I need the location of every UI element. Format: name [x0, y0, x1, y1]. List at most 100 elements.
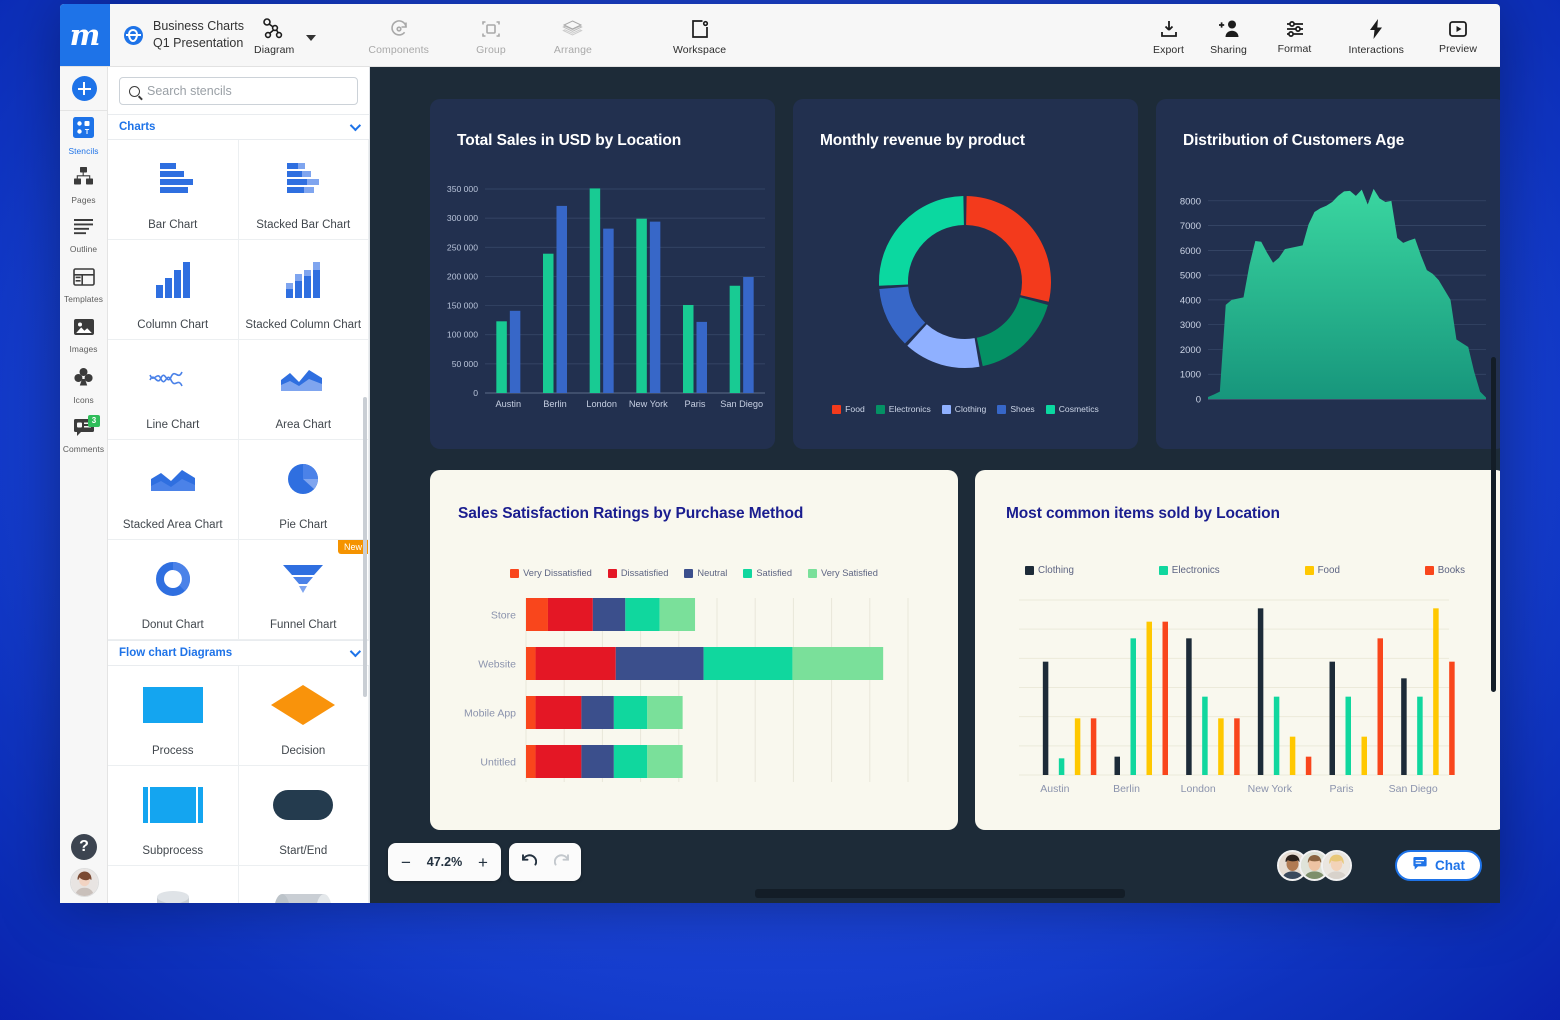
legend-label: Clothing [955, 404, 987, 414]
subprocess-shape-icon [108, 766, 238, 844]
chat-bubble-icon [1412, 857, 1428, 874]
sidebar-item-stencils[interactable]: T Stencils [60, 111, 107, 161]
chart-card-customer-age[interactable]: Distribution of Customers Age 0100020003… [1156, 99, 1500, 449]
stencil-database[interactable] [108, 866, 239, 903]
toolbar-item-export[interactable]: Export [1139, 15, 1199, 56]
toolbar-item-workspace[interactable]: Workspace [663, 15, 736, 56]
chat-button[interactable]: Chat [1395, 850, 1482, 881]
sidebar-item-icons[interactable]: Icons [60, 361, 107, 411]
avatar[interactable] [1321, 850, 1352, 881]
undo-redo-control[interactable] [509, 843, 581, 881]
toolbar-item-diagram-label: Diagram [254, 44, 294, 56]
stencil-process[interactable]: Process [108, 666, 239, 766]
stencil-area-chart[interactable]: Area Chart [239, 340, 370, 440]
stencil-subprocess[interactable]: Subprocess [108, 766, 239, 866]
chart-card-satisfaction[interactable]: Sales Satisfaction Ratings by Purchase M… [430, 470, 958, 830]
chart-card-monthly-revenue[interactable]: Monthly revenue by product FoodElectroni… [793, 99, 1138, 449]
stencil-column-chart-label: Column Chart [133, 318, 212, 332]
stencil-column-chart[interactable]: Column Chart [108, 240, 239, 340]
toolbar-item-sharing-label: Sharing [1210, 44, 1247, 56]
stencil-stacked-column-chart[interactable]: Stacked Column Chart [239, 240, 370, 340]
search-input[interactable] [147, 84, 348, 98]
sidebar-item-pages-label: Pages [71, 195, 95, 205]
sidebar-item-templates[interactable]: Templates [60, 261, 107, 311]
search-box[interactable] [119, 77, 358, 105]
toolbar-item-components[interactable]: Components [358, 15, 439, 56]
stencil-bar-chart[interactable]: Bar Chart [108, 140, 239, 240]
left-rail: T Stencils Pages Outline [60, 67, 108, 903]
comments-badge: 3 [88, 415, 100, 427]
svg-text:1000: 1000 [1180, 370, 1201, 381]
toolbar-item-interactions[interactable]: Interactions [1339, 15, 1414, 56]
legend-label: Electronics [889, 404, 931, 414]
zoom-out-button[interactable]: − [401, 854, 411, 871]
sidebar-item-outline[interactable]: Outline [60, 211, 107, 261]
zoom-in-button[interactable]: + [478, 854, 488, 871]
chart-title-customer-age: Distribution of Customers Age [1183, 132, 1404, 150]
legend-label: Electronics [1172, 565, 1220, 576]
svg-text:New York: New York [629, 399, 668, 409]
stencil-donut-chart[interactable]: Donut Chart [108, 540, 239, 640]
chart-card-total-sales[interactable]: Total Sales in USD by Location 050 00010… [430, 99, 775, 449]
globe-icon [124, 26, 143, 45]
chevron-down-icon[interactable] [306, 35, 316, 41]
canvas[interactable]: Total Sales in USD by Location 050 00010… [370, 67, 1500, 903]
legend-item: Electronics [876, 404, 931, 414]
templates-icon [73, 268, 95, 291]
toolbar-item-preview[interactable]: Preview [1428, 16, 1488, 55]
icons-icon [73, 367, 94, 392]
stencil-line-chart[interactable]: Line Chart [108, 340, 239, 440]
stencil-grid-flowchart: Process Decision Subprocess [108, 666, 369, 903]
toolbar-item-group[interactable]: Group [461, 15, 521, 56]
stencils-scrollbar[interactable] [363, 397, 367, 697]
toolbar-item-sharing[interactable]: Sharing [1199, 15, 1259, 56]
collaborator-avatars[interactable] [1277, 850, 1352, 881]
legend-item: Shoes [997, 404, 1034, 414]
stencil-group-charts[interactable]: Charts [108, 114, 369, 140]
toolbar-item-format-label: Format [1278, 43, 1312, 55]
stencil-funnel-chart-label: Funnel Chart [266, 618, 340, 632]
legend-swatch [808, 569, 817, 578]
stencils-panel: Charts Bar Chart [108, 67, 370, 903]
stencil-cylinder[interactable] [239, 866, 370, 903]
legend-swatch [1046, 405, 1055, 414]
sidebar-item-images[interactable]: Images [60, 311, 107, 361]
toolbar-item-format[interactable]: Format [1265, 16, 1325, 55]
svg-text:100 000: 100 000 [447, 330, 478, 340]
stencil-start-end[interactable]: Start/End [239, 766, 370, 866]
process-shape-icon [108, 666, 238, 744]
redo-icon[interactable] [554, 851, 573, 873]
undo-icon[interactable] [518, 851, 537, 873]
toolbar-item-arrange[interactable]: Arrange [543, 15, 603, 56]
chart-card-common-items[interactable]: Most common items sold by Location Cloth… [975, 470, 1500, 830]
stencil-decision[interactable]: Decision [239, 666, 370, 766]
stencil-stacked-bar-chart-label: Stacked Bar Chart [252, 218, 354, 232]
sidebar-item-comments[interactable]: 3 Comments [60, 411, 107, 461]
stencil-group-flowchart[interactable]: Flow chart Diagrams [108, 640, 369, 666]
svg-text:Paris: Paris [1330, 783, 1354, 795]
help-button[interactable]: ? [71, 834, 97, 860]
stencil-funnel-chart[interactable]: New Funnel Chart [239, 540, 370, 640]
legend-label: Dissatisfied [621, 568, 669, 578]
legend-item: Clothing [1025, 565, 1074, 576]
add-button[interactable] [60, 67, 108, 111]
zoom-control[interactable]: − 47.2% + [388, 843, 501, 881]
canvas-horizontal-scrollbar[interactable] [755, 889, 1125, 898]
chart-title-satisfaction: Sales Satisfaction Ratings by Purchase M… [458, 505, 803, 523]
legend-swatch [684, 569, 693, 578]
svg-text:San Diego: San Diego [1389, 783, 1438, 795]
stencil-stacked-bar-chart[interactable]: Stacked Bar Chart [239, 140, 370, 240]
sidebar-item-pages[interactable]: Pages [60, 161, 107, 211]
legend-swatch [832, 405, 841, 414]
outline-icon [73, 218, 94, 241]
stencil-donut-chart-label: Donut Chart [138, 618, 208, 632]
chart-title-monthly-revenue: Monthly revenue by product [820, 132, 1025, 150]
app-logo[interactable]: m [60, 4, 110, 66]
stencil-stacked-area-chart[interactable]: Stacked Area Chart [108, 440, 239, 540]
avatar[interactable] [70, 868, 99, 897]
stencil-pie-chart[interactable]: Pie Chart [239, 440, 370, 540]
document-title-block[interactable]: Business Charts Q1 Presentation [110, 4, 244, 66]
canvas-vertical-scrollbar[interactable] [1491, 357, 1496, 692]
document-title: Business Charts [153, 18, 244, 35]
toolbar-item-diagram[interactable]: Diagram [244, 15, 304, 56]
